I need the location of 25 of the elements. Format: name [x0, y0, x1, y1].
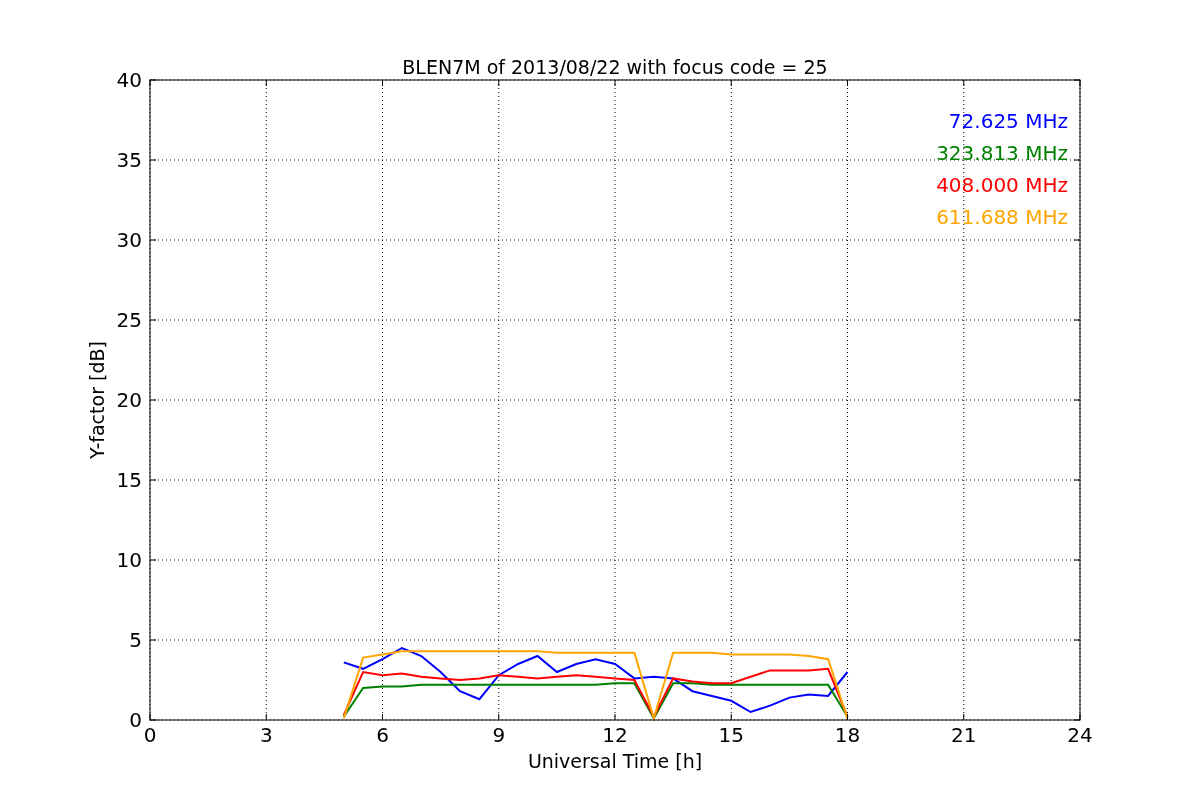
x-tick-label: 9	[492, 723, 506, 747]
legend-label: 408.000 MHz	[936, 173, 1068, 197]
y-axis-label: Y-factor [dB]	[86, 341, 108, 459]
x-tick-label: 15	[718, 723, 744, 747]
x-tick-label: 12	[602, 723, 628, 747]
y-tick-label: 25	[116, 308, 142, 332]
x-axis-label: Universal Time [h]	[527, 750, 703, 772]
legend-label: 72.625 MHz	[948, 109, 1068, 133]
y-tick-label: 40	[116, 68, 142, 92]
legend-label: 323.813 MHz	[936, 141, 1068, 165]
x-tick-label: 21	[951, 723, 977, 747]
y-tick-label: 5	[129, 628, 142, 652]
y-tick-label: 20	[116, 388, 142, 412]
x-tick-label: 24	[1067, 723, 1093, 747]
legend-label: 611.688 MHz	[936, 205, 1068, 229]
x-tick-label: 3	[259, 723, 273, 747]
x-tick-label: 18	[834, 723, 861, 747]
y-tick-label: 30	[116, 228, 142, 252]
y-tick-label: 35	[116, 148, 142, 172]
chart-title: BLEN7M of 2013/08/22 with focus code = 25	[402, 56, 828, 78]
y-tick-label: 15	[116, 468, 142, 492]
y-tick-label: 0	[129, 708, 142, 732]
x-tick-label: 6	[376, 723, 389, 747]
y-tick-label: 10	[116, 548, 142, 572]
x-tick-label: 0	[143, 723, 157, 747]
